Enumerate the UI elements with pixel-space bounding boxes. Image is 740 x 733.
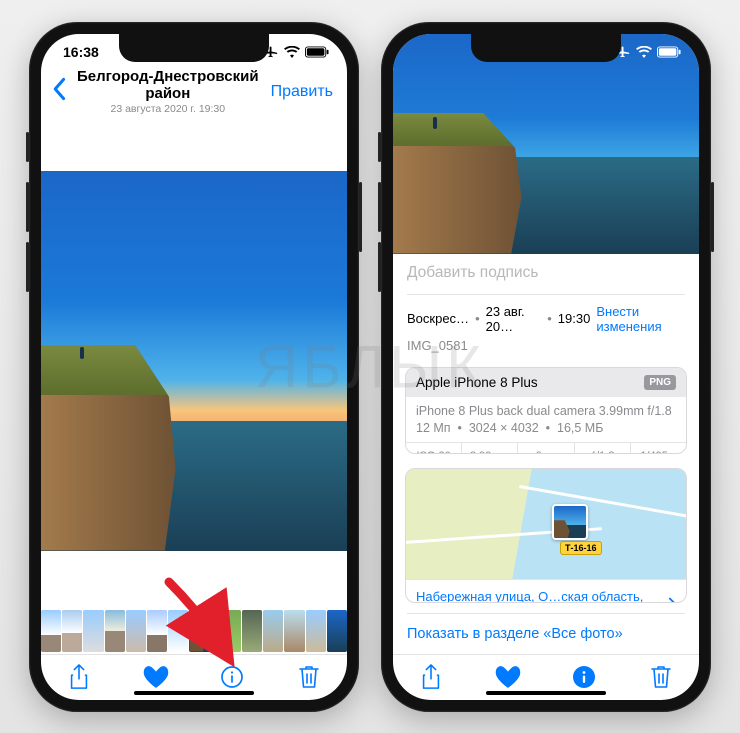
spec-aperture: ƒ/1.8 [575,443,631,454]
spec-iso: ISO 20 [406,443,462,454]
map-marker: Т-16-16 [560,541,602,555]
device-model: Apple iPhone 8 Plus [416,375,538,390]
share-icon [68,664,90,690]
chevron-left-icon [51,77,69,101]
notch [471,34,621,62]
favorite-button[interactable] [491,660,525,694]
megapixels: 12 Мп [416,421,451,435]
home-indicator[interactable] [486,691,606,695]
share-icon [420,664,442,690]
heart-icon [143,665,169,689]
delete-button[interactable] [644,660,678,694]
status-icons [264,44,329,59]
meta-time: 19:30 [558,311,591,326]
chevron-right-icon [669,597,676,603]
spec-shutter: 1/495 s [631,443,686,454]
nav-title: Белгород-Днестровский район [69,68,267,103]
battery-icon [657,46,681,58]
filename: IMG_0581 [393,336,699,363]
status-time: 16:38 [63,44,99,60]
favorite-button[interactable] [139,660,173,694]
heart-icon [495,665,521,689]
caption-input[interactable]: Добавить подпись [393,254,699,294]
phone-left: 16:38 Белгород-Днестровский район 23 авг… [29,22,359,712]
spec-ev: 0 ev [518,443,574,454]
spec-focal: 3,99 мм [462,443,518,454]
map-pin[interactable] [552,504,588,540]
info-button[interactable] [215,660,249,694]
share-button[interactable] [414,660,448,694]
format-badge: PNG [644,375,676,390]
device-card: Apple iPhone 8 Plus PNG iPhone 8 Plus ba… [405,367,687,454]
battery-icon [305,46,329,58]
trash-icon [650,664,672,690]
meta-day: Воскрес… [407,311,469,326]
trash-icon [298,664,320,690]
photo-preview[interactable] [393,34,699,254]
info-icon [220,665,244,689]
info-panel[interactable]: Добавить подпись Воскрес… • 23 авг. 20… … [393,254,699,654]
wifi-icon [636,46,652,58]
show-in-all-photos[interactable]: Показать в разделе «Все фото» [393,614,699,654]
notch [119,34,269,62]
wifi-icon [284,46,300,58]
adjust-link[interactable]: Внести изменения [596,304,685,334]
share-button[interactable] [62,660,96,694]
home-indicator[interactable] [134,691,254,695]
delete-button[interactable] [292,660,326,694]
meta-date: 23 авг. 20… [486,304,542,334]
phone-right: Добавить подпись Воскрес… • 23 авг. 20… … [381,22,711,712]
edit-button[interactable]: Править [267,83,337,101]
thumbnail-strip[interactable] [41,608,347,654]
photo-viewer[interactable] [41,114,347,608]
camera-line: iPhone 8 Plus back dual camera 3.99mm f/… [406,397,686,421]
filesize: 16,5 МБ [557,421,603,435]
map-card[interactable]: Т-16-16 Набережная улица, О…ская область… [405,468,687,603]
nav-bar: Белгород-Днестровский район 23 августа 2… [41,70,347,114]
back-button[interactable] [51,77,69,106]
info-button-active[interactable] [567,660,601,694]
map-address[interactable]: Набережная улица, О…ская область, Украин… [416,589,669,603]
info-icon [572,665,596,689]
dimensions: 3024 × 4032 [469,421,539,435]
